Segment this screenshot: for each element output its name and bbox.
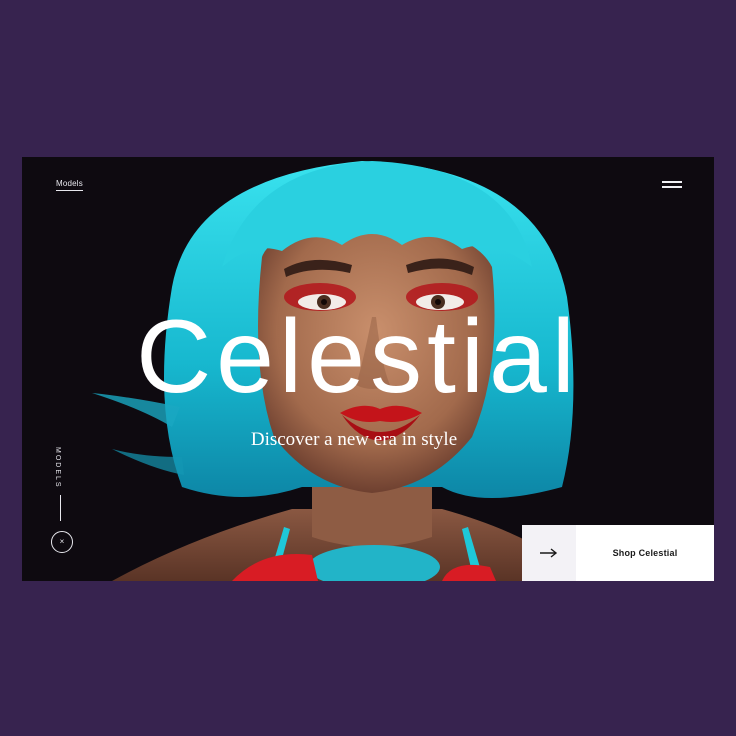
shop-celestial-button[interactable]: Shop Celestial (522, 525, 714, 581)
shop-button-label: Shop Celestial (612, 548, 678, 558)
side-divider (60, 495, 61, 521)
brand-logo[interactable]: Models (56, 179, 83, 191)
close-icon: × (59, 537, 65, 546)
close-button[interactable]: × (51, 531, 73, 553)
side-section-label: MODELS (54, 447, 61, 489)
arrow-right-icon (522, 525, 576, 581)
hamburger-icon (662, 181, 682, 183)
hero-section: Models Celestial Discover a new era in s… (22, 157, 714, 581)
hamburger-menu-button[interactable] (660, 179, 684, 191)
hero-tagline: Discover a new era in style (250, 429, 458, 450)
hamburger-icon-bar (662, 186, 682, 188)
hero-title: Celestial (136, 299, 580, 415)
